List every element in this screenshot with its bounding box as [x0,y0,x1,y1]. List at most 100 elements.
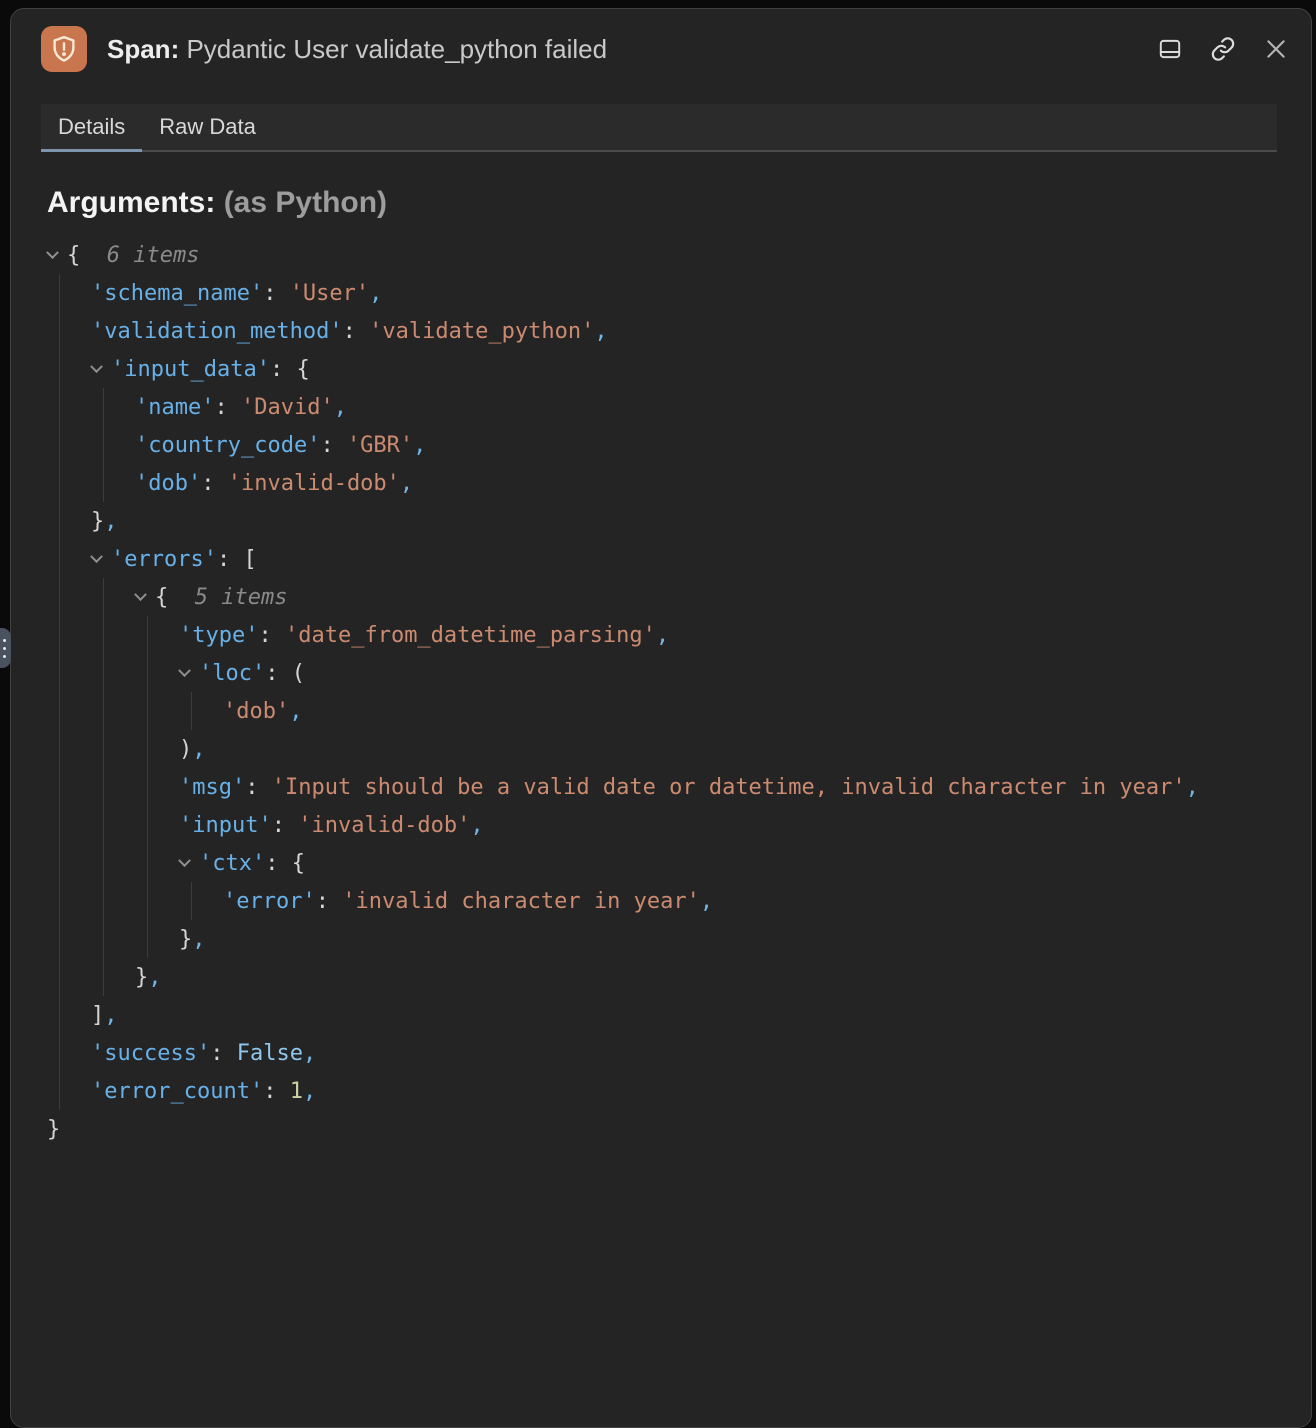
tree-children: { 5 items'type': 'date_from_datetime_par… [103,578,1283,996]
token-str: 'dob' [223,699,289,724]
token-key: 'input' [179,813,272,838]
token-key: 'error_count' [91,1079,263,1104]
chevron-down-icon[interactable] [90,550,103,563]
token-meta: 5 items [195,585,288,610]
chevron-down-icon[interactable] [178,664,191,677]
token-comma: , [148,965,161,990]
token-comma: , [400,471,413,496]
tree-row: { 6 items [47,236,1283,274]
chevron-down-icon[interactable] [134,588,147,601]
tree-row: 'ctx': { [179,844,1283,882]
token-comma: , [104,1003,117,1028]
drag-handle[interactable] [0,628,11,668]
tree-row: }, [135,958,1283,996]
json-tree: { 6 items'schema_name': 'User','validati… [47,236,1283,1148]
tab-details[interactable]: Details [41,104,142,152]
token-key: 'type' [179,623,258,648]
tree-row: 'error': 'invalid character in year', [223,882,1283,920]
token-punct: : [316,889,343,914]
tree-row: }, [179,920,1283,958]
tree-row: { 5 items [135,578,1283,616]
token-comma: , [334,395,347,420]
token-punct: : [214,395,241,420]
token-comma: , [594,319,607,344]
tree-row: 'msg': 'Input should be a valid date or … [179,768,1283,806]
tab-bar: Details Raw Data [41,104,1277,152]
tree-row: 'schema_name': 'User', [91,274,1283,312]
tree-children: 'name': 'David','country_code': 'GBR','d… [103,388,1283,502]
shield-alert-icon [41,26,87,72]
token-comma: , [104,509,117,534]
token-comma: , [303,1079,316,1104]
token-key: 'name' [135,395,214,420]
token-bool: False [237,1041,303,1066]
token-punct: } [91,509,104,534]
token-punct: ] [91,1003,104,1028]
tree-children: 'type': 'date_from_datetime_parsing', 'lo… [147,616,1283,958]
grip-dot [3,647,6,650]
token-num: 1 [290,1079,303,1104]
token-punct: } [179,927,192,952]
token-str: 'GBR' [347,433,413,458]
token-str: 'date_from_datetime_parsing' [285,623,656,648]
tree-row: 'validation_method': 'validate_python', [91,312,1283,350]
tree-row: 'dob': 'invalid-dob', [135,464,1283,502]
chevron-down-icon[interactable] [90,360,103,373]
token-comma: , [303,1041,316,1066]
token-key: 'validation_method' [91,319,343,344]
tree-children: 'dob', [191,692,1283,730]
token-punct: { [155,585,195,610]
tree-row: 'input_data': { [91,350,1283,388]
token-key: 'loc' [199,661,265,686]
tree-row: 'errors': [ [91,540,1283,578]
token-str: 'invalid-dob' [228,471,400,496]
token-comma: , [470,813,483,838]
tree-row: 'success': False, [91,1034,1283,1072]
token-key: 'errors' [111,547,217,572]
span-kind-label: Span: [107,34,179,64]
tree-row: ), [179,730,1283,768]
token-comma: , [369,281,382,306]
token-punct: : [263,1079,290,1104]
token-punct: : [210,1041,237,1066]
close-icon[interactable] [1263,36,1289,62]
token-key: 'ctx' [199,851,265,876]
token-punct: : [245,775,272,800]
tree-children: 'error': 'invalid character in year', [191,882,1283,920]
token-comma: , [700,889,713,914]
token-str: 'validate_python' [369,319,594,344]
header-actions [1157,36,1289,62]
token-punct: : [201,471,228,496]
token-comma: , [192,927,205,952]
grip-dot [3,655,6,658]
link-icon[interactable] [1210,36,1236,62]
tree-row: 'input': 'invalid-dob', [179,806,1283,844]
tree-row: ], [91,996,1283,1034]
token-key: 'success' [91,1041,210,1066]
token-punct: : [263,281,290,306]
chevron-down-icon[interactable] [46,246,59,259]
span-title-text: Pydantic User validate_python failed [179,34,607,64]
details-content: Arguments: (as Python) { 6 items'schema_… [11,152,1311,1188]
token-comma: , [1186,775,1199,800]
panel-bottom-icon[interactable] [1157,36,1183,62]
token-key: 'dob' [135,471,201,496]
token-punct: : ( [265,661,305,686]
tab-raw-data[interactable]: Raw Data [142,104,273,152]
chevron-down-icon[interactable] [178,854,191,867]
token-punct: : [258,623,285,648]
token-str: 'Input should be a valid date or datetim… [272,775,1186,800]
token-punct: : [ [217,547,257,572]
token-comma: , [656,623,669,648]
token-key: 'msg' [179,775,245,800]
span-detail-panel: Span: Pydantic User validate_python fail… [10,8,1312,1428]
tree-row: } [47,1110,1283,1148]
token-key: 'schema_name' [91,281,263,306]
token-comma: , [192,737,205,762]
arguments-heading-prefix: Arguments: [47,186,224,219]
token-key: 'error' [223,889,316,914]
token-str: 'User' [290,281,369,306]
page-title: Span: Pydantic User validate_python fail… [107,34,607,65]
tree-row: 'type': 'date_from_datetime_parsing', [179,616,1283,654]
token-punct: } [47,1117,60,1142]
